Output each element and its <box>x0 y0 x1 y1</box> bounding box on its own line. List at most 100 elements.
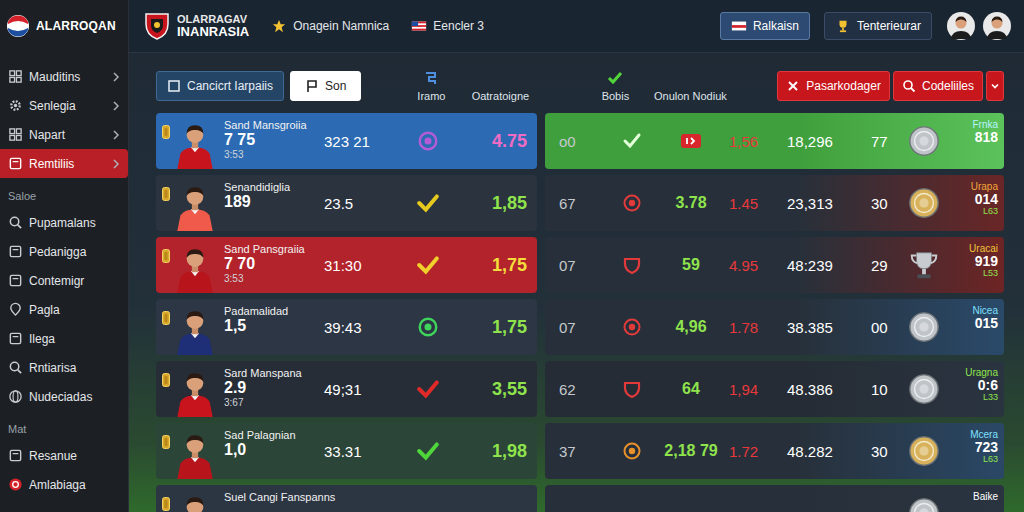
chevron-down-icon <box>990 79 1000 93</box>
sidebar-item[interactable]: Pupamalans <box>0 208 128 237</box>
column-header[interactable]: Oatratoigne <box>455 70 545 102</box>
search-icon <box>902 79 916 93</box>
chevron-right-icon <box>112 71 120 83</box>
header-button[interactable]: Tenterieurar <box>824 12 932 40</box>
check-icon <box>607 70 623 86</box>
gear-icon <box>8 98 23 113</box>
sidebar-item[interactable]: Rntiarisa <box>0 353 128 382</box>
brand[interactable]: ALARROQAN <box>0 0 128 52</box>
player-name: Padamalidad <box>224 305 320 317</box>
total: 48:239 <box>787 257 871 274</box>
sidebar-item[interactable]: Remtiliis <box>0 149 128 178</box>
sign-slot <box>611 255 653 275</box>
player-name: Sand Pansgraiia <box>224 243 320 255</box>
player-card: Sad Palagnian1,033.311,98 <box>156 423 537 479</box>
red-icon <box>8 477 23 492</box>
sidebar-item[interactable]: Nudeciadas <box>0 382 128 411</box>
sidebar-item[interactable]: Contemigr <box>0 266 128 295</box>
sidebar-item[interactable]: Napart <box>0 120 128 149</box>
loss: 1.45 <box>729 195 787 212</box>
app: ALARROQAN Mauditins Senlegia NapartRemtilii… <box>0 0 1024 512</box>
odds[interactable]: 1,98 <box>446 441 527 462</box>
toolbar-button[interactable]: Cancicrt Iarpaiis <box>156 71 284 101</box>
stat-label: Baike <box>973 491 998 502</box>
sidebar-label: Senlegia <box>29 99 106 113</box>
odds[interactable]: 4.75 <box>446 131 527 152</box>
search-icon <box>8 360 23 375</box>
chevron-right-icon <box>112 100 120 112</box>
stat-sub: L63 <box>983 455 998 465</box>
user-avatar-icon[interactable] <box>982 11 1012 41</box>
sidebar-item[interactable]: Amlabiaga <box>0 470 128 499</box>
column-header[interactable]: Iramo <box>407 70 455 102</box>
stat-label: Frnka <box>972 119 998 130</box>
square-icon <box>167 79 181 93</box>
toolbar-button[interactable]: Son <box>290 71 361 101</box>
total: 48.386 <box>787 381 871 398</box>
mark-slot <box>414 192 442 214</box>
stats-card: 673.781.4523,31330Urapa014L63 <box>545 175 1004 231</box>
action-button[interactable]: Codeliiles <box>893 71 983 101</box>
header-item[interactable]: Eencler 3 <box>411 19 484 33</box>
sign-slot <box>611 131 653 151</box>
mark-slot <box>414 378 442 400</box>
odds[interactable]: 3,55 <box>446 379 527 400</box>
count: 62 <box>559 381 611 398</box>
sidebar-item[interactable]: Senlegia <box>0 91 128 120</box>
mark-slot <box>324 502 352 512</box>
club-badge[interactable]: OLARRAGAVINANRASIA <box>143 11 249 41</box>
header-button[interactable]: Ralkaisn <box>720 12 810 40</box>
count: 37 <box>559 443 611 460</box>
header-item[interactable]: Onagein Namnica <box>271 19 389 33</box>
player-info: Sad Palagnian1,0 <box>224 423 320 479</box>
odds[interactable]: 1,85 <box>446 193 527 214</box>
table-row[interactable]: Senandidiglia18923.51,85673.781.4523,313… <box>156 175 1004 231</box>
table-row[interactable]: Sand Pansgraiia7 703:5331:301,7507594.95… <box>156 237 1004 293</box>
player-avatar-icon <box>174 243 216 293</box>
sidebar-item[interactable]: Ilega <box>0 324 128 353</box>
medal-icon <box>907 124 941 158</box>
table-row[interactable]: Padamalidad1,539:431,75074,961.7838.3850… <box>156 299 1004 355</box>
player-sub: 3:53 <box>224 273 320 284</box>
table-row[interactable]: Sand Mansgroiia7 753:53323 214.75o01,561… <box>156 113 1004 169</box>
mark-slot <box>414 130 442 152</box>
coin-icon <box>162 373 170 387</box>
table-row[interactable]: Sard Manspana2.93:6749;313,5562641,9448.… <box>156 361 1004 417</box>
odds[interactable]: 1,75 <box>446 317 527 338</box>
stat-label: Uracai <box>969 243 998 254</box>
table-row[interactable]: Suel Cangi FanspannsBaike <box>156 485 1004 512</box>
rank: 77 <box>871 133 907 150</box>
mark-slot <box>414 254 442 276</box>
shield-icon <box>622 379 642 399</box>
column-header[interactable]: Bobis <box>585 70 645 102</box>
loss: 1,56 <box>729 133 787 150</box>
coin-icon <box>162 249 170 263</box>
user-avatars <box>946 11 1012 41</box>
sidebar-label: Pedanigga <box>29 245 120 259</box>
box-icon <box>8 448 23 463</box>
player-info: Sand Pansgraiia7 703:53 <box>224 237 320 293</box>
check-icon <box>622 131 642 151</box>
stat-label-block: Mcera723L63 <box>941 423 1004 479</box>
sidebar-item[interactable]: Mauditins <box>0 62 128 91</box>
sidebar-item[interactable]: Pedanigga <box>0 237 128 266</box>
stat-value: 015 <box>975 316 998 331</box>
sidebar-label: Resanue <box>29 449 120 463</box>
box-icon <box>8 273 23 288</box>
stats-card: Baike <box>545 485 1004 512</box>
odds[interactable]: 1,75 <box>446 255 527 276</box>
action-button[interactable]: Pasarkodager <box>777 71 890 101</box>
player-name: Senandidiglia <box>224 181 320 193</box>
rank: 29 <box>871 257 907 274</box>
close-icon <box>786 79 800 93</box>
actions-dropdown[interactable] <box>986 71 1004 101</box>
rank: 00 <box>871 319 907 336</box>
user-avatar-icon[interactable] <box>946 11 976 41</box>
toolbar-actions: PasarkodagerCodeliiles <box>777 71 1004 101</box>
sidebar-item[interactable]: Resanue <box>0 441 128 470</box>
sidebar-item[interactable]: Pagla <box>0 295 128 324</box>
table-row[interactable]: Sad Palagnian1,033.311,98372,18 791.7248… <box>156 423 1004 479</box>
player-number: 189 <box>224 193 320 211</box>
count: 07 <box>559 257 611 274</box>
column-header[interactable]: Onulon Nodiuk <box>645 70 735 102</box>
